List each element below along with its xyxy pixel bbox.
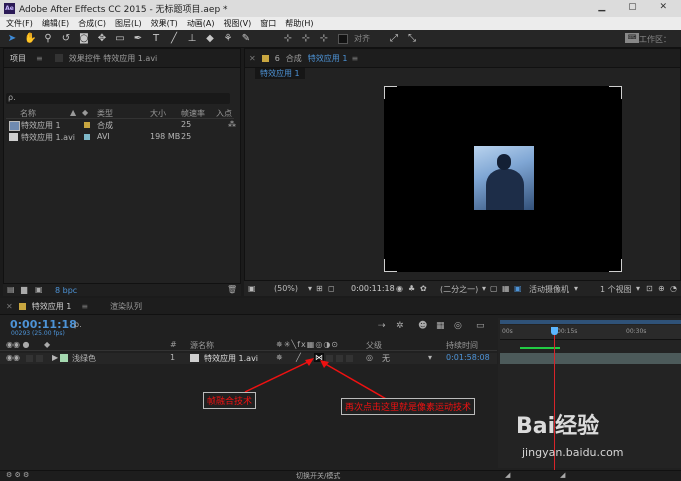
zoom-in-icon[interactable]: ◢	[560, 471, 565, 479]
zoom-out-icon[interactable]: ◢	[505, 471, 510, 479]
arrow-head-1	[305, 358, 314, 366]
baidu-watermark-url: jingyan.baidu.com	[522, 446, 624, 459]
timeline-footer: ⚙ ⚙ ⚙ 切换开关/模式 ◢ ◢	[0, 470, 681, 481]
annotation-frame-blend: 帧融合技术	[203, 392, 257, 409]
annotation-pixel-motion: 再次点击这里就是像素运动技术	[341, 398, 476, 415]
baidu-watermark: Bai经验	[516, 414, 600, 439]
arrow-line-1	[244, 359, 313, 393]
footer-toggle-icons[interactable]: ⚙ ⚙ ⚙	[6, 471, 29, 479]
arrow-head-2	[320, 360, 329, 368]
arrow-line-2	[321, 361, 389, 401]
